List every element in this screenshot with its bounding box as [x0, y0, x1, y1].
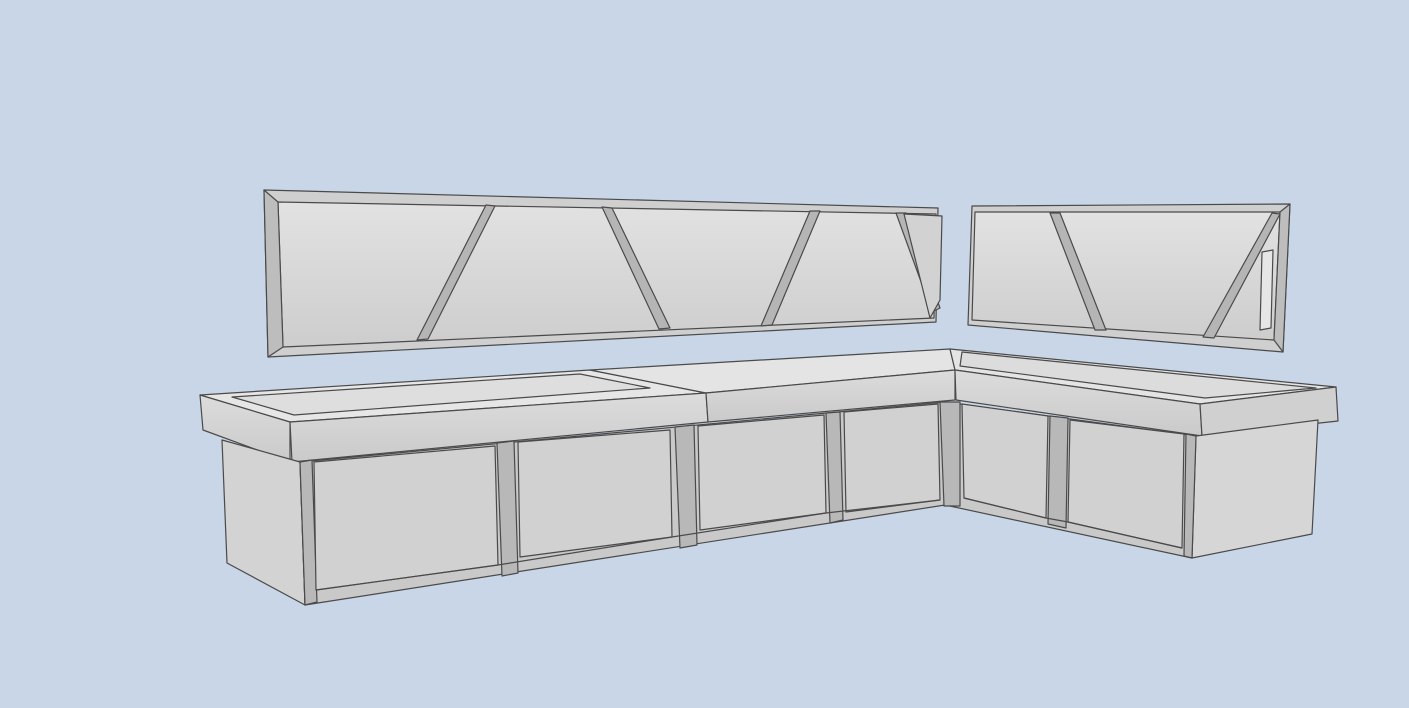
3d-scene[interactable] [0, 0, 1409, 708]
cabinet-post-6 [1047, 415, 1069, 529]
viewport-background [0, 0, 1409, 708]
cabinet-post-5 [939, 401, 961, 507]
backrest-right-face [971, 211, 1281, 341]
cabinet-door-4[interactable] [843, 403, 941, 513]
3d-viewport[interactable] [0, 0, 1409, 708]
backrest-right-handle [1259, 249, 1274, 331]
cabinet-door-3[interactable] [697, 414, 827, 531]
cabinet-door-2[interactable] [517, 429, 673, 558]
